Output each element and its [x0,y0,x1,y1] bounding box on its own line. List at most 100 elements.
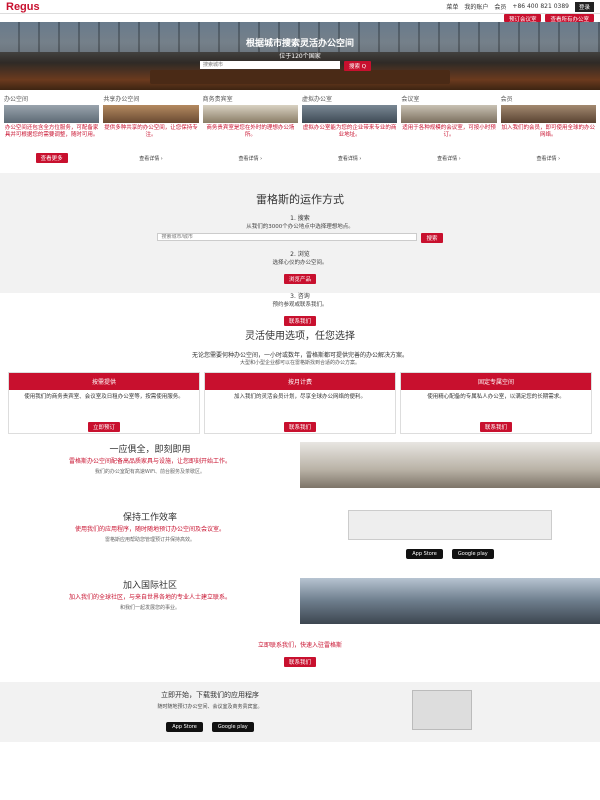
option-title: 按需提供 [9,373,199,390]
option-desc: 使用我们的商务贵宾室、会议室及日租办公室等，按需使用服务。 [24,394,184,400]
option-cta[interactable]: 联系我们 [479,422,512,432]
card-desc: 商务贵宾室是您在外时的理想办公场所。 [206,125,295,138]
flex-title: 灵活使用选项，任您选择 [245,331,355,342]
product-card[interactable]: 商务贵宾室 商务贵宾室是您在外时的理想办公场所。 查看详情 › [202,94,298,163]
option-card: 按需提供 使用我们的商务贵宾室、会议室及日租办公室等，按需使用服务。 立即预订 [8,372,200,434]
feature-red-text: 加入我们的全球社区，与来自世界各地的专业人士建立联系。 [68,594,231,601]
option-card: 固定专属空间 使用精心配备的专属私人办公室，以满足您的长期需求。 联系我们 [400,372,592,434]
step-2-desc: 选择心仪的办公空间。 [272,260,328,266]
office-image [300,442,600,488]
app-promo: App Store Google play [300,510,600,570]
step-1-title: 1. 搜索 [290,215,310,222]
contact-us-button[interactable]: 联系我们 [283,316,316,326]
feature-gray-text: 我们的办公室配有高速WiFi、前台服务及茶歇区。 [94,469,206,475]
feature-ready: 一应俱全，即刻即用 雷格斯办公空间配备高品质家具与设施，让您即刻开始工作。 我们… [0,442,600,502]
card-cta[interactable]: 查看更多 [35,153,68,163]
card-image [500,105,596,123]
hero-search: 搜索 Q [200,61,372,71]
account-link[interactable]: 我的账户 [464,2,488,11]
option-cta[interactable]: 立即预订 [87,422,120,432]
google-play-button[interactable]: Google play [211,722,254,732]
step-search-button[interactable]: 搜索 [421,233,443,243]
option-cta[interactable]: 联系我们 [283,422,316,432]
regus-logo[interactable]: Regus [6,1,40,13]
top-links: 菜单 我的账户 会员 +86 400 821 0389 登录 [446,1,594,12]
app-store-button[interactable]: App Store [166,722,203,732]
card-title: 会员 [500,96,513,103]
card-image [202,105,298,123]
menu-link[interactable]: 菜单 [446,2,458,11]
flex-sub1: 无论您需要何种办公空间，一小时或数年，雷格斯都可提供完善的办公解决方案。 [191,352,408,359]
feature-gray-text: 和我们一起发展您的事业。 [119,605,180,611]
feature-title: 保持工作效率 [122,513,177,523]
search-button[interactable]: 搜索 Q [344,61,372,71]
step-search-input[interactable] [157,233,418,241]
flex-options: 灵活使用选项，任您选择 无论您需要何种办公空间，一小时或数年，雷格斯都可提供完善… [0,327,600,366]
card-cta[interactable]: 查看详情 › [302,155,397,162]
option-title: 按月计费 [205,373,395,390]
card-cta[interactable]: 查看详情 › [401,155,496,162]
community-cta: 立即联系我们，快速入驻雷格斯 联系我们 [0,640,600,668]
phone-number[interactable]: +86 400 821 0389 [512,3,569,10]
app-store-button[interactable]: App Store [406,549,443,559]
browse-products-button[interactable]: 浏览产品 [283,274,316,284]
option-title: 固定专属空间 [401,373,591,390]
product-card[interactable]: 会议室 适用于各种规模的会议室，可按小时预订。 查看详情 › [401,94,497,163]
city-image [300,578,600,624]
hero-title: 根据城市搜索灵活办公空间 [245,39,354,49]
download-title: 立即开始，下载我们的应用程序 [161,691,259,699]
feature-community: 加入国际社区 加入我们的全球社区，与来自世界各地的专业人士建立联系。 和我们一起… [0,578,600,638]
option-desc: 使用精心配备的专属私人办公室，以满足您的长期需求。 [427,394,565,400]
card-cta[interactable]: 查看详情 › [203,155,298,162]
top-bar: Regus 菜单 我的账户 会员 +86 400 821 0389 登录 [0,0,600,14]
how-it-works: 雷格斯的运作方式 1. 搜索 从我们的3000个办公地点中选择理想地点。 搜索 … [0,173,600,326]
view-offices-button[interactable]: 查看所有办公室 [545,14,594,23]
card-image [4,105,100,123]
card-cta[interactable]: 查看详情 › [103,155,198,162]
login-button[interactable]: 登录 [574,1,594,12]
step-3-title: 3. 咨询 [290,293,310,300]
product-cards: 办公空间 办公空间还包含全方位服务，可配备家具并可根据您的需要调整，随时可用。 … [0,94,600,163]
card-title: 办公空间 [4,96,29,103]
product-card[interactable]: 会员 加入我们的会员，即可使用全球的办公网络。 查看详情 › [500,94,596,163]
hero-subtitle: 位于120个国家 [279,53,321,60]
member-link[interactable]: 会员 [494,2,506,11]
contact-text: 立即联系我们，快速入驻雷格斯 [257,642,342,649]
phone-mockups [348,510,552,540]
community-contact-button[interactable]: 联系我们 [283,657,316,667]
feature-title: 加入国际社区 [122,581,177,591]
card-desc: 虚拟办公室能为您的企业带来专业的商业地址。 [302,125,397,138]
card-cta[interactable]: 查看详情 › [501,155,596,162]
app-download: 立即开始，下载我们的应用程序 随时随地预订办公空间、会议室及商务贵宾室。 App… [0,682,600,742]
google-play-button[interactable]: Google play [451,549,494,559]
product-card[interactable]: 虚拟办公室 虚拟办公室能为您的企业带来专业的商业地址。 查看详情 › [301,94,398,163]
feature-title: 一应俱全，即刻即用 [109,445,191,455]
card-image [103,105,199,123]
feature-red-text: 使用我们的应用程序，随时随地预订办公空间及会议室。 [74,526,225,533]
card-desc: 加入我们的会员，即可使用全球的办公网络。 [501,125,596,138]
card-title: 共享办公空间 [103,96,140,103]
hero-banner: 根据城市搜索灵活办公空间 位于120个国家 搜索 Q [0,22,600,90]
product-card[interactable]: 办公空间 办公空间还包含全方位服务，可配备家具并可根据您的需要调整，随时可用。 … [4,94,100,163]
flex-sub2: 大型和小型企业都可以在雷格斯找到合适的办公方案。 [239,360,360,366]
option-desc: 加入我们的灵活会员计划，尽享全球办公网络的便利。 [233,394,366,400]
card-title: 商务贵宾室 [202,96,233,103]
option-cards: 按需提供 使用我们的商务贵宾室、会议室及日租办公室等，按需使用服务。 立即预订 … [0,372,600,434]
card-desc: 适用于各种规模的会议室，可按小时预订。 [402,125,496,138]
how-title: 雷格斯的运作方式 [256,193,344,206]
sub-bar: 预订会议室 查看所有办公室 [0,14,600,23]
option-card: 按月计费 加入我们的灵活会员计划，尽享全球办公网络的便利。 联系我们 [204,372,396,434]
download-desc: 随时随地预订办公空间、会议室及商务贵宾室。 [157,704,263,710]
feature-red-text: 雷格斯办公空间配备高品质家具与设施，让您即刻开始工作。 [68,458,231,465]
card-image [301,105,398,123]
card-image [401,105,497,123]
phone-image [412,690,472,730]
feature-gray-text: 雷格斯应用帮助您管理预订并保持高效。 [104,537,195,543]
product-card[interactable]: 共享办公空间 提供多种共享的办公空间，让您保持专注。 查看详情 › [103,94,199,163]
hero-table [150,70,450,84]
step-2-title: 2. 浏览 [290,251,310,258]
step-3-desc: 预约参观或联系我们。 [272,302,328,308]
city-search-input[interactable] [200,61,340,69]
book-meeting-button[interactable]: 预订会议室 [503,14,542,23]
card-title: 虚拟办公室 [301,96,332,103]
